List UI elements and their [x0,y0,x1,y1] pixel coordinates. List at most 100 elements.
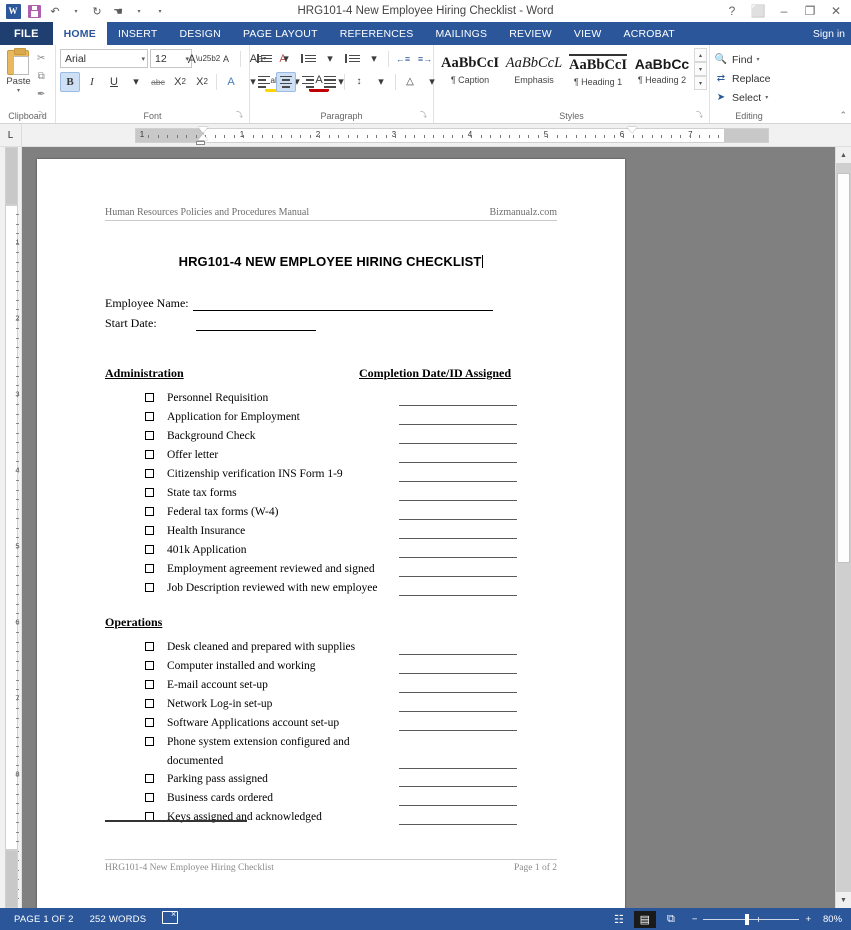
list-item[interactable]: Business cards ordered [105,789,597,808]
select-button[interactable]: ➤ Select ▾ [714,88,768,107]
shrink-font-button[interactable]: A [216,49,236,69]
vertical-ruler[interactable]: 12345678 [0,147,22,908]
scrollbar-track[interactable] [836,163,851,892]
bullets-dropdown-icon[interactable]: ▾ [276,49,296,69]
tab-references[interactable]: REFERENCES [329,22,425,45]
tab-review[interactable]: REVIEW [498,22,563,45]
field-start-date[interactable]: Start Date: [105,314,493,331]
list-item[interactable]: Citizenship verification INS Form 1-9 [105,465,597,484]
find-button[interactable]: 🔍 Find ▾ [714,50,760,69]
scrollbar-thumb[interactable] [837,173,850,563]
checkbox[interactable] [145,564,154,573]
document-title-heading[interactable]: HRG101-4 NEW EMPLOYEE HIRING CHECKLIST [37,254,625,269]
copy-icon[interactable]: ⧉ [34,69,49,83]
print-layout-button[interactable]: ▤ [633,910,656,928]
web-layout-button[interactable]: ⧉ [660,911,682,928]
paragraph-dialog-launcher-icon[interactable]: ⤵ [420,109,427,122]
hanging-indent-marker[interactable] [198,127,208,133]
align-right-icon[interactable] [298,72,318,92]
underline-dropdown-icon[interactable]: ▾ [126,72,146,92]
help-button[interactable]: ? [719,1,745,21]
justify-icon[interactable] [320,72,340,92]
tab-mailings[interactable]: MAILINGS [424,22,498,45]
style-heading-1[interactable]: AaBbCcI ¶ Heading 1 [566,47,630,93]
checkbox[interactable] [145,526,154,535]
multilevel-dropdown-icon[interactable]: ▾ [364,49,384,69]
decrease-indent-icon[interactable]: ←≡ [393,49,413,69]
proofing-errors-icon[interactable] [154,909,186,927]
sign-in-link[interactable]: Sign in [813,22,851,45]
find-dropdown-icon[interactable]: ▾ [756,56,759,63]
list-item[interactable]: Job Description reviewed with new employ… [105,579,597,598]
line-spacing-icon[interactable]: ↕ [349,72,369,92]
completion-line[interactable] [399,582,517,596]
scroll-down-icon[interactable]: ▼ [836,892,851,908]
styles-scroll-up-icon[interactable]: ▴ [694,48,707,62]
text-effects-button[interactable]: A [221,72,241,92]
list-item[interactable]: Parking pass assigned [105,770,597,789]
bold-button[interactable]: B [60,71,80,92]
undo-dropdown-icon[interactable]: ▾ [67,2,85,20]
touch-mouse-mode-icon[interactable]: ☚ [109,2,127,20]
minimize-button[interactable]: – [771,1,797,21]
list-item[interactable]: Federal tax forms (W-4) [105,503,597,522]
style-emphasis[interactable]: AaBbCcL Emphasis [502,47,566,93]
styles-dialog-launcher-icon[interactable]: ⤵ [696,109,703,122]
paste-dropdown-icon[interactable]: ▾ [17,87,20,94]
list-item[interactable]: Desk cleaned and prepared with supplies [105,638,597,657]
clipboard-dialog-launcher-icon[interactable]: ⤵ [38,109,45,122]
checkbox[interactable] [145,774,154,783]
tab-view[interactable]: VIEW [563,22,613,45]
format-painter-icon[interactable]: ✒ [34,87,49,101]
checkbox[interactable] [145,412,154,421]
completion-line[interactable] [399,487,517,501]
word-app-icon[interactable]: W [4,2,22,20]
field-employee-name[interactable]: Employee Name: [105,294,493,311]
document-canvas[interactable]: Human Resources Policies and Procedures … [22,147,835,908]
align-left-icon[interactable] [254,72,274,92]
employee-name-input[interactable] [193,298,493,311]
completion-line[interactable] [399,792,517,806]
shading-icon[interactable]: △ [400,72,420,92]
tab-acrobat[interactable]: ACROBAT [613,22,686,45]
completion-line[interactable] [399,755,517,769]
horizontal-ruler[interactable]: 11234567 [22,124,851,146]
completion-line[interactable] [399,411,517,425]
tab-page-layout[interactable]: PAGE LAYOUT [232,22,329,45]
list-item[interactable]: Application for Employment [105,408,597,427]
completion-line[interactable] [399,506,517,520]
undo-icon[interactable]: ↶ [46,2,64,20]
list-item[interactable]: State tax forms [105,484,597,503]
customize-qat-icon[interactable]: ▾ [151,2,169,20]
completion-line[interactable] [399,525,517,539]
completion-line[interactable] [399,392,517,406]
save-icon[interactable] [25,2,43,20]
subscript-button[interactable]: X2 [170,72,190,92]
collapse-ribbon-icon[interactable]: ⌃ [839,110,847,121]
bullets-icon[interactable] [254,49,274,69]
zoom-in-button[interactable]: + [805,914,811,925]
font-dialog-launcher-icon[interactable]: ⤵ [236,109,243,122]
checkbox[interactable] [145,699,154,708]
touch-mode-dropdown-icon[interactable]: ▾ [130,2,148,20]
list-item[interactable]: Network Log-in set-up [105,695,597,714]
completion-line[interactable] [399,468,517,482]
maximize-button[interactable]: ❐ [797,1,823,21]
completion-line[interactable] [399,563,517,577]
checkbox[interactable] [145,583,154,592]
zoom-slider-thumb[interactable] [745,913,750,925]
font-size-combo[interactable]: 12 ▾ [150,49,192,68]
list-item[interactable]: Personnel Requisition [105,389,597,408]
line-spacing-dropdown-icon[interactable]: ▾ [371,72,391,92]
checkbox[interactable] [145,488,154,497]
zoom-level[interactable]: 80% [817,914,845,925]
checkbox[interactable] [145,793,154,802]
document-page[interactable]: Human Resources Policies and Procedures … [37,159,625,908]
checkbox[interactable] [145,545,154,554]
list-item[interactable]: Health Insurance [105,522,597,541]
list-item[interactable]: Phone system extension configured and do… [105,733,597,770]
list-item[interactable]: Computer installed and working [105,657,597,676]
grow-font-button[interactable]: A \u25b2 [188,49,220,69]
start-date-input[interactable] [196,318,316,331]
checkbox[interactable] [145,718,154,727]
